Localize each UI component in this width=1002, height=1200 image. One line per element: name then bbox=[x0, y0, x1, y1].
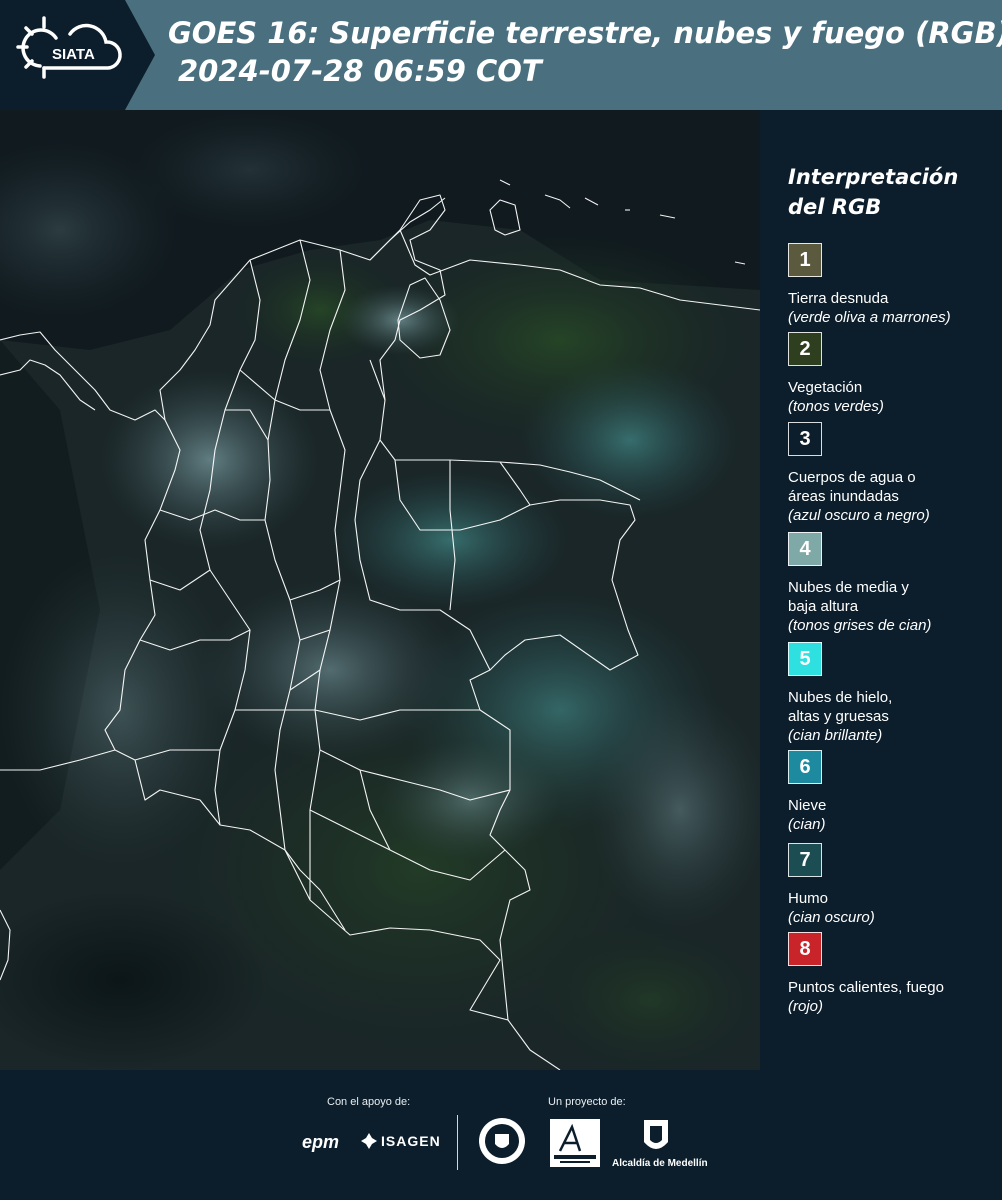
legend-swatch: 5 bbox=[788, 642, 822, 676]
legend-swatch: 7 bbox=[788, 843, 822, 877]
isagen-logo: ISAGEN bbox=[360, 1132, 441, 1150]
area-metropolitana-logo bbox=[550, 1119, 600, 1172]
legend-swatch: 8 bbox=[788, 932, 822, 966]
title-line-1: GOES 16: Superficie terrestre, nubes y f… bbox=[168, 16, 1002, 50]
siata-logo-text: SIATA bbox=[52, 46, 95, 63]
legend-label: Nubes de media y baja altura bbox=[788, 579, 909, 615]
legend-item: 3 Cuerpos de agua o áreas inundadas (azul … bbox=[788, 422, 930, 525]
alcaldia-label: Alcaldía de Medellín bbox=[612, 1158, 708, 1169]
legend-sublabel: (cian oscuro) bbox=[788, 909, 875, 926]
legend-sublabel: (azul oscuro a negro) bbox=[788, 507, 930, 524]
legend-title-line-2: del RGB bbox=[788, 195, 882, 219]
legend-item: 6 Nieve (cian) bbox=[788, 750, 826, 834]
header-bar: SIATA GOES 16: Superficie terrestre, nub… bbox=[0, 0, 1002, 110]
siata-logo: SIATA bbox=[0, 0, 155, 110]
legend-swatch: 3 bbox=[788, 422, 822, 456]
legend-sublabel: (cian) bbox=[788, 816, 826, 833]
footer: Con el apoyo de: Un proyecto de: epm ISA… bbox=[0, 1070, 1002, 1200]
legend-swatch: 4 bbox=[788, 532, 822, 566]
university-seal bbox=[477, 1116, 527, 1171]
isagen-text: ISAGEN bbox=[381, 1133, 441, 1149]
legend-item: 8 Puntos calientes, fuego (rojo) bbox=[788, 932, 944, 1016]
legend-label: Tierra desnuda bbox=[788, 290, 889, 307]
legend-sublabel: (tonos grises de cian) bbox=[788, 617, 932, 634]
legend-label: Vegetación bbox=[788, 379, 863, 396]
legend-label: Nubes de hielo, altas y gruesas bbox=[788, 689, 893, 725]
legend-item: 4 Nubes de media y baja altura (tonos gris… bbox=[788, 532, 931, 635]
epm-logo: epm bbox=[302, 1132, 340, 1152]
legend-title-line-1: Interpretación bbox=[788, 165, 959, 189]
legend-label: Nieve bbox=[788, 797, 827, 814]
project-label: Un proyecto de: bbox=[548, 1096, 626, 1108]
alcaldia-crest bbox=[642, 1118, 670, 1161]
legend-item: 2 Vegetación (tonos verdes) bbox=[788, 332, 884, 416]
legend-sublabel: (cian brillante) bbox=[788, 727, 883, 744]
legend-sublabel: (verde oliva a marrones) bbox=[788, 309, 951, 326]
rgb-legend-panel: Interpretación del RGB 1 Tierra desnuda (v… bbox=[760, 110, 1002, 1070]
page-title: GOES 16: Superficie terrestre, nubes y f… bbox=[168, 14, 1002, 90]
legend-label: Humo bbox=[788, 890, 829, 907]
legend-item: 7 Humo (cian oscuro) bbox=[788, 843, 875, 927]
footer-divider bbox=[457, 1115, 458, 1170]
isagen-icon bbox=[361, 1133, 377, 1149]
legend-item: 1 Tierra desnuda (verde oliva a marrones) bbox=[788, 243, 951, 327]
legend-item: 5 Nubes de hielo, altas y gruesas (cian br… bbox=[788, 642, 892, 745]
legend-sublabel: (rojo) bbox=[788, 998, 824, 1015]
title-line-2: 2024-07-28 06:59 COT bbox=[178, 54, 542, 88]
legend-sublabel: (tonos verdes) bbox=[788, 398, 884, 415]
legend-swatch: 2 bbox=[788, 332, 822, 366]
satellite-map bbox=[0, 110, 760, 1070]
legend-label: Puntos calientes, fuego bbox=[788, 979, 944, 996]
support-label: Con el apoyo de: bbox=[327, 1096, 411, 1108]
legend-swatch: 1 bbox=[788, 243, 822, 277]
legend-title: Interpretación del RGB bbox=[788, 162, 958, 222]
legend-swatch: 6 bbox=[788, 750, 822, 784]
legend-label: Cuerpos de agua o áreas inundadas bbox=[788, 469, 916, 505]
